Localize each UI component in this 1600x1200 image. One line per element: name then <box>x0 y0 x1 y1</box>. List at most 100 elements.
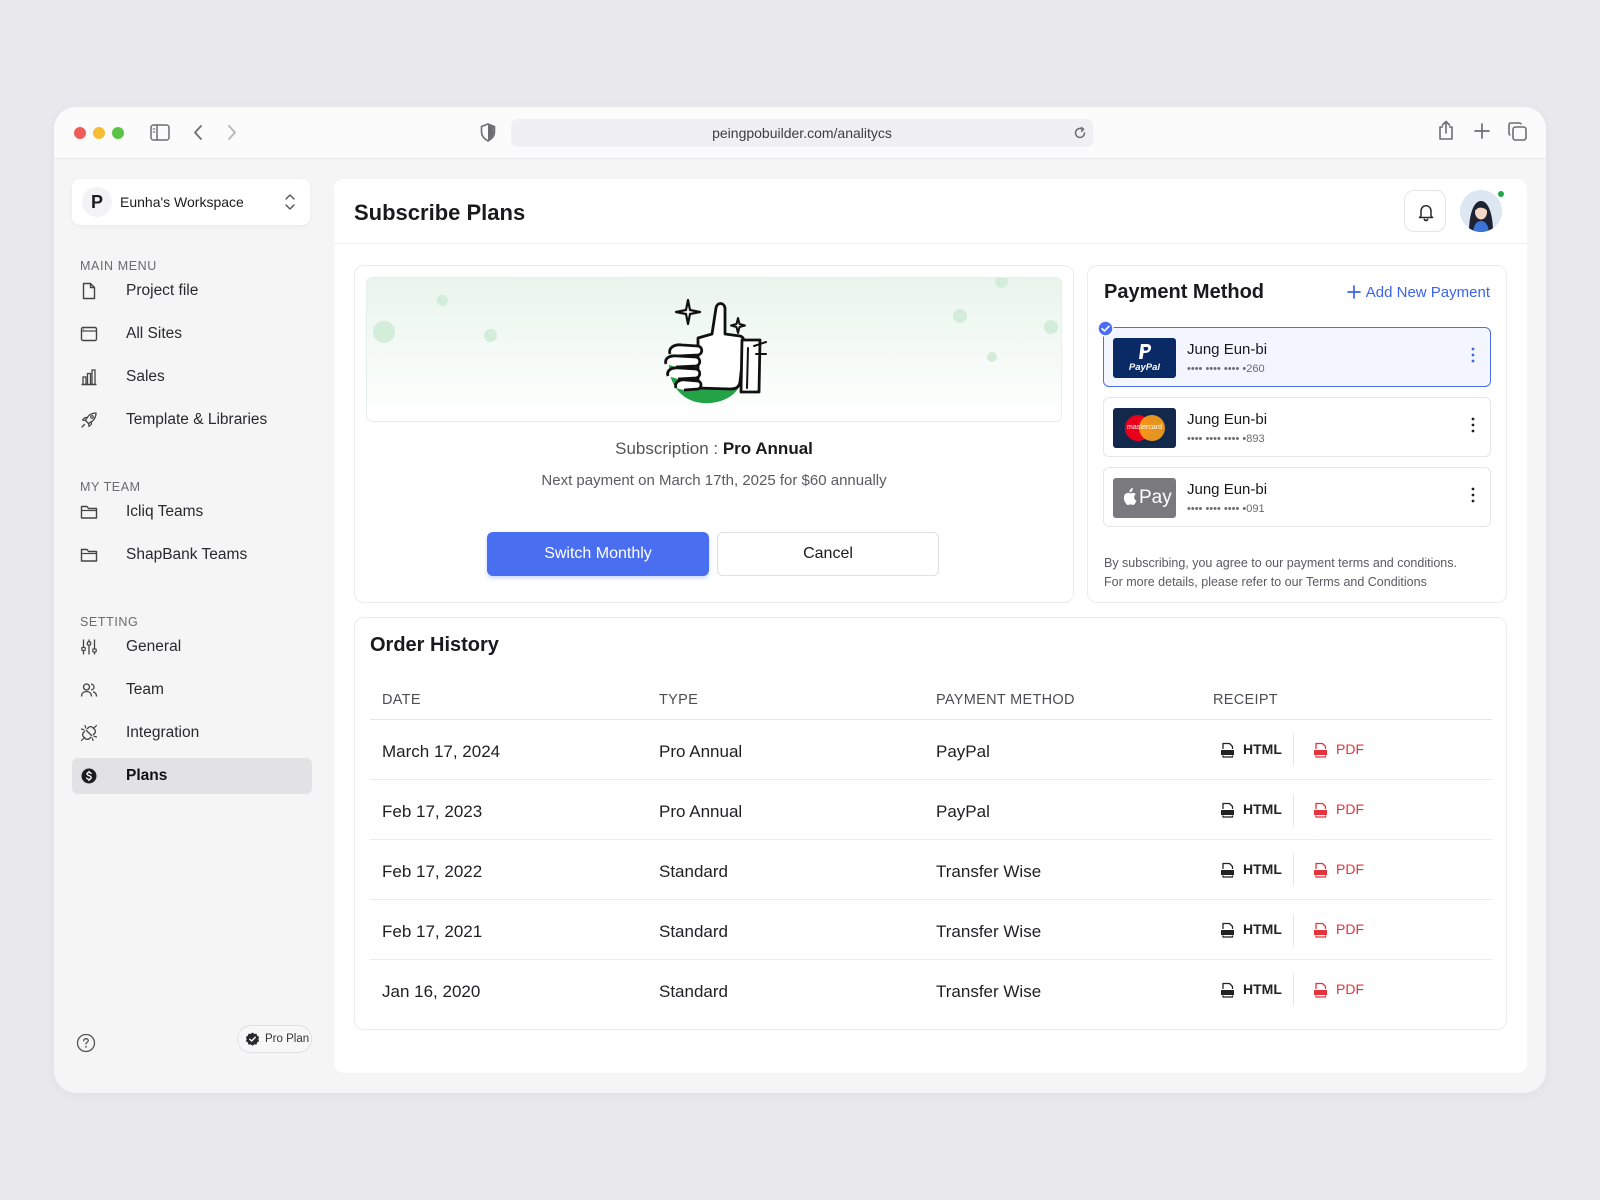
verified-badge-icon <box>245 1032 260 1046</box>
html-file-icon <box>1221 982 1234 998</box>
address-bar[interactable]: peingpobuilder.com/analitycs <box>511 119 1093 147</box>
receipt-html-label: HTML <box>1243 981 1282 997</box>
decor-bubble <box>484 329 497 342</box>
shield-icon[interactable] <box>480 123 496 142</box>
column-header-receipt: RECEIPT <box>1213 692 1278 708</box>
table-row: Feb 17, 2023 Pro Annual PayPal HTML PDF <box>370 780 1492 840</box>
folder-icon <box>80 505 98 519</box>
tab-overview-icon[interactable] <box>1508 122 1527 141</box>
forward-icon[interactable] <box>226 124 238 141</box>
payment-terms-text: By subscribing, you agree to our payment… <box>1104 554 1457 592</box>
sidebar-item-general[interactable]: General <box>72 629 312 665</box>
decor-bubble <box>953 309 967 323</box>
paypal-mark-icon <box>1139 344 1152 359</box>
order-type: Pro Annual <box>659 742 743 761</box>
subscription-plan: Pro Annual <box>722 439 813 458</box>
workspace-switcher[interactable]: P Eunha's Workspace <box>72 179 310 225</box>
payment-option-mastercard[interactable]: mastercard Jung Eun-bi •••• •••• •••• •8… <box>1103 397 1491 457</box>
plan-badge-label: Pro Plan <box>265 1033 310 1045</box>
receipt-divider <box>1293 854 1294 886</box>
decor-bubble <box>373 321 395 343</box>
sliders-icon <box>81 639 97 655</box>
decor-bubble <box>987 352 997 362</box>
close-window-button[interactable] <box>74 127 86 139</box>
pdf-file-icon <box>1314 742 1327 758</box>
sidebar-item-label: ShapBank Teams <box>126 546 248 563</box>
browser-window-icon <box>80 326 98 342</box>
apple-pay-brand-text: Pay <box>1139 487 1172 508</box>
maximize-window-button[interactable] <box>112 127 124 139</box>
order-type: Standard <box>659 922 728 941</box>
order-date: Jan 16, 2020 <box>382 982 481 1001</box>
minimize-window-button[interactable] <box>93 127 105 139</box>
table-row: Feb 17, 2022 Standard Transfer Wise HTML… <box>370 840 1492 900</box>
switch-monthly-button[interactable]: Switch Monthly <box>487 532 709 576</box>
receipt-html-link[interactable]: HTML <box>1220 741 1282 758</box>
workspace-name: Eunha's Workspace <box>120 194 244 210</box>
sidebar-item-icliq-teams[interactable]: Icliq Teams <box>72 494 312 530</box>
payment-option-paypal[interactable]: PayPal Jung Eun-bi •••• •••• •••• •260 <box>1103 327 1491 387</box>
html-file-icon <box>1221 922 1234 938</box>
receipt-pdf-link[interactable]: PDF <box>1313 981 1364 998</box>
order-history-card: Order History DATE TYPE PAYMENT METHOD R… <box>354 617 1507 1030</box>
add-new-payment-button[interactable]: Add New Payment <box>1346 284 1490 301</box>
apple-pay-logo: Pay <box>1113 478 1176 518</box>
receipt-pdf-link[interactable]: PDF <box>1313 921 1364 938</box>
receipt-pdf-link[interactable]: PDF <box>1313 861 1364 878</box>
sidebar-item-all-sites[interactable]: All Sites <box>72 316 312 352</box>
paypal-brand-text: PayPal <box>1128 362 1161 373</box>
receipt-pdf-link[interactable]: PDF <box>1313 801 1364 818</box>
sidebar-item-template-libraries[interactable]: Template & Libraries <box>72 402 312 438</box>
cancel-subscription-button[interactable]: Cancel <box>717 532 939 576</box>
receipt-html-label: HTML <box>1243 921 1282 937</box>
subscription-hero <box>366 277 1062 422</box>
sidebar-item-label: All Sites <box>126 325 182 342</box>
dollar-circle-icon <box>81 768 97 784</box>
receipt-html-link[interactable]: HTML <box>1220 981 1282 998</box>
folder-icon <box>80 548 98 562</box>
receipt-pdf-link[interactable]: PDF <box>1313 741 1364 758</box>
back-icon[interactable] <box>192 124 204 141</box>
order-date: Feb 17, 2022 <box>382 862 483 881</box>
mastercard-brand-text: mastercard <box>1126 424 1162 431</box>
subscription-line: Subscription : Pro Annual <box>355 439 1073 459</box>
sidebar-item-integration[interactable]: Integration <box>72 715 312 751</box>
receipt-html-link[interactable]: HTML <box>1220 801 1282 818</box>
sidebar-toggle-icon[interactable] <box>150 124 170 141</box>
sidebar: P Eunha's Workspace MAIN MENU Project fi… <box>54 159 327 1093</box>
sidebar-item-team[interactable]: Team <box>72 672 312 708</box>
order-payment-method: Transfer Wise <box>936 922 1042 941</box>
more-vertical-icon[interactable] <box>1471 416 1475 434</box>
mastercard-logo: mastercard <box>1113 408 1176 448</box>
decor-bubble <box>995 278 1008 288</box>
column-header-payment-method: PAYMENT METHOD <box>936 692 1075 708</box>
receipt-html-link[interactable]: HTML <box>1220 861 1282 878</box>
reload-icon[interactable] <box>1073 126 1087 140</box>
payment-holder-name: Jung Eun-bi <box>1187 481 1268 498</box>
order-date: Feb 17, 2023 <box>382 802 483 821</box>
order-payment-method: Transfer Wise <box>936 982 1042 1001</box>
sidebar-item-project-file[interactable]: Project file <box>72 273 312 309</box>
subscription-card: Subscription : Pro Annual Next payment o… <box>354 265 1074 603</box>
sidebar-item-sales[interactable]: Sales <box>72 359 312 395</box>
payment-method-card: Payment Method Add New Payment PayPal Ju… <box>1087 265 1507 603</box>
more-vertical-icon[interactable] <box>1471 346 1475 364</box>
sidebar-item-shapbank-teams[interactable]: ShapBank Teams <box>72 537 312 573</box>
order-payment-method: PayPal <box>936 742 990 761</box>
pdf-file-icon <box>1314 982 1327 998</box>
pdf-file-icon <box>1314 802 1327 818</box>
new-tab-icon[interactable] <box>1474 123 1490 139</box>
share-icon[interactable] <box>1437 120 1455 141</box>
thumbs-up-illustration-icon <box>664 298 767 404</box>
order-payment-method: PayPal <box>936 802 990 821</box>
payment-option-apple-pay[interactable]: Pay Jung Eun-bi •••• •••• •••• •091 <box>1103 467 1491 527</box>
sidebar-item-plans[interactable]: Plans <box>72 758 312 794</box>
order-history-title: Order History <box>370 634 499 656</box>
more-vertical-icon[interactable] <box>1471 486 1475 504</box>
header-divider <box>334 243 1527 244</box>
notifications-button[interactable] <box>1404 190 1446 232</box>
receipt-html-label: HTML <box>1243 741 1282 757</box>
pro-plan-badge[interactable]: Pro Plan <box>237 1025 312 1053</box>
help-icon[interactable] <box>76 1033 96 1053</box>
receipt-html-link[interactable]: HTML <box>1220 921 1282 938</box>
